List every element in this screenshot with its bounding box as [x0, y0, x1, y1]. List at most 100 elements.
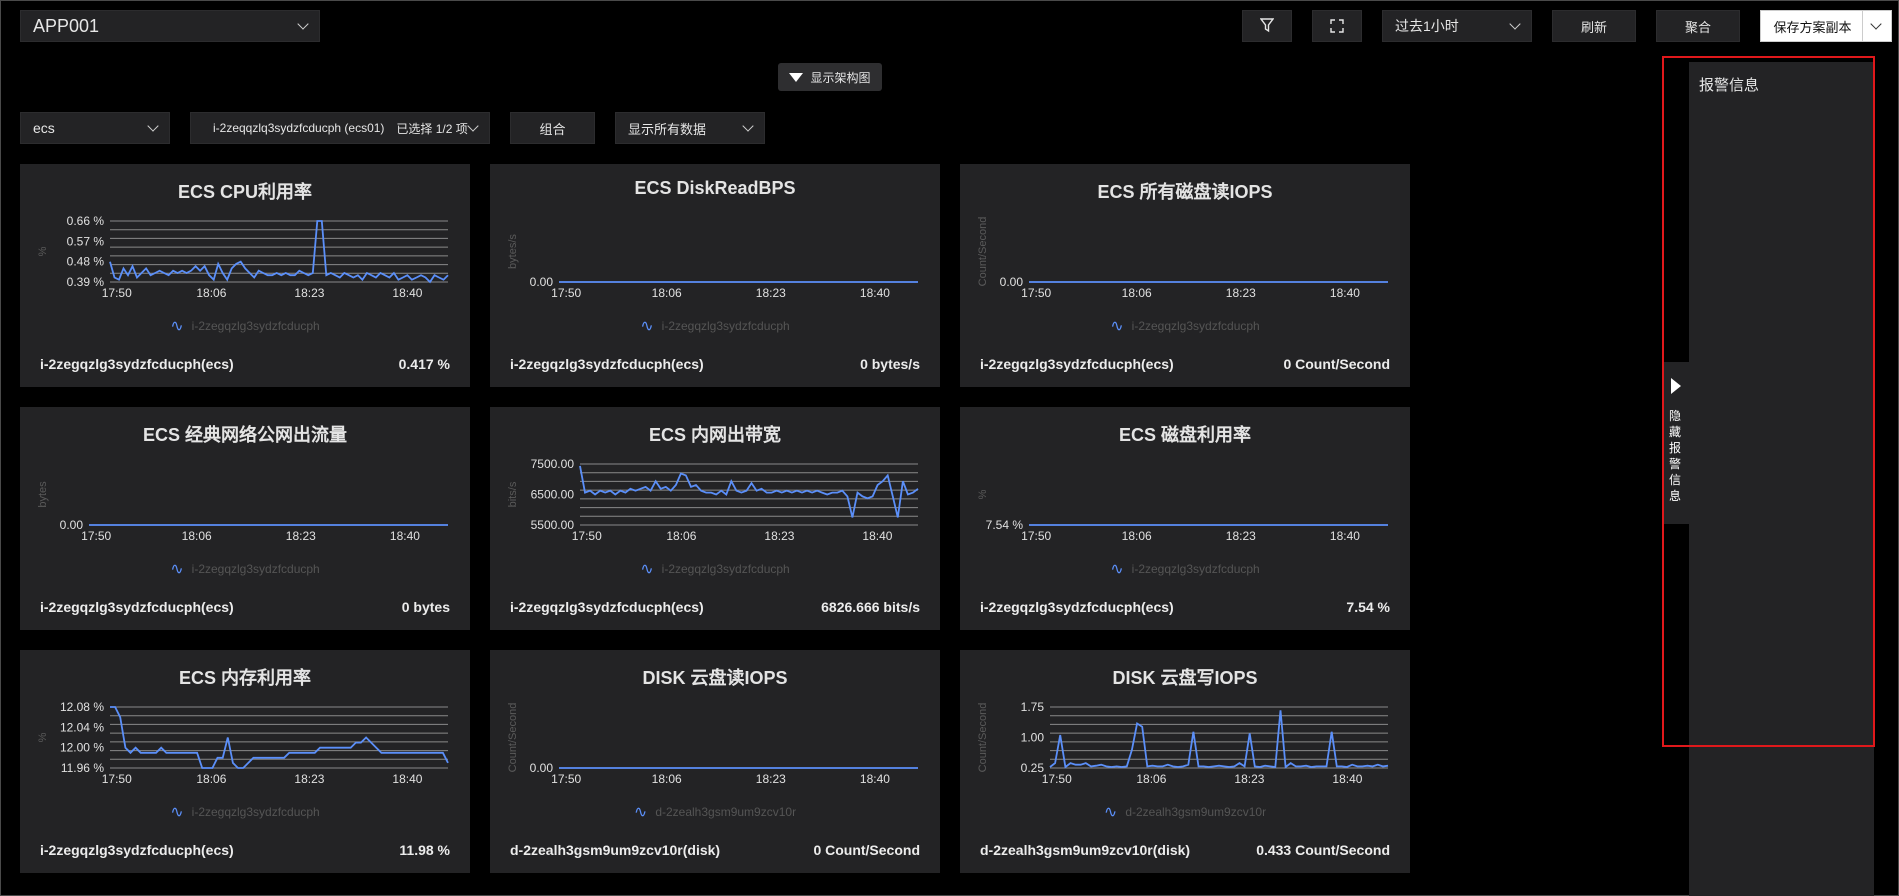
aggregate-button[interactable]: 聚合 — [1656, 10, 1740, 42]
x-tick-label: 18:23 — [1234, 772, 1264, 786]
refresh-button[interactable]: 刷新 — [1552, 10, 1636, 42]
card-footer: i-2zegqzlg3sydzfcducph(ecs) 0 bytes — [40, 599, 450, 615]
instance-name: i-2zegqzlg3sydzfcducph(ecs) — [40, 599, 234, 615]
x-tick-label: 18:23 — [286, 529, 316, 543]
line-chart[interactable]: % 12.08 % 12.04 % 12.00 % 11.96 %17:50 18:06 1… — [20, 650, 470, 800]
chevron-down-icon — [1509, 18, 1521, 30]
y-tick-label: 12.04 % — [60, 720, 104, 734]
x-tick-label: 18:06 — [666, 529, 696, 543]
y-axis-label: bits/s — [507, 481, 519, 507]
legend-label: i-2zegqzlg3sydzfcducph — [1131, 562, 1260, 576]
show-architecture-button[interactable]: 显示架构图 — [778, 63, 882, 91]
metric-card: ECS 内网出带宽 ∿ i-2zegqzlg3sydzfcducph i-2zegqz… — [490, 407, 940, 630]
instance-name: d-2zealh3gsm9um9zcv10r(disk) — [510, 842, 721, 858]
time-range-value: 过去1小时 — [1395, 18, 1459, 34]
time-range-select[interactable]: 过去1小时 — [1382, 10, 1532, 42]
x-tick-label: 17:50 — [102, 286, 132, 300]
y-tick-label: 7500.00 — [531, 457, 575, 471]
chart-legend[interactable]: ∿ d-2zealh3gsm9um9zcv10r — [490, 802, 940, 822]
card-footer: d-2zealh3gsm9um9zcv10r(disk) 0 Count/Seco… — [510, 842, 920, 858]
chevron-down-icon — [742, 120, 754, 132]
x-tick-label: 18:06 — [196, 286, 226, 300]
y-tick-label: 12.00 % — [60, 741, 104, 755]
line-chart[interactable]: Count/Second 1.751.000.2517:50 18:06 18:23 1… — [960, 650, 1410, 800]
y-tick-label: 0.39 % — [67, 275, 105, 289]
x-tick-label: 18:40 — [1332, 772, 1362, 786]
line-chart[interactable]: bytes 0.0017:50 18:06 18:23 18:40 — [20, 407, 470, 557]
app-select[interactable]: APP001 — [20, 10, 320, 42]
legend-label: i-2zegqzlg3sydzfcducph — [1131, 319, 1260, 333]
save-dropdown-button[interactable] — [1862, 10, 1892, 42]
fullscreen-button[interactable] — [1312, 10, 1362, 42]
x-tick-label: 18:06 — [1122, 529, 1152, 543]
instance-name: i-2zegqzlg3sydzfcducph(ecs) — [40, 842, 234, 858]
x-tick-label: 18:06 — [182, 529, 212, 543]
metric-card: ECS 经典网络公网出流量 ∿ i-2zegqzlg3sydzfcducph i-2z… — [20, 407, 470, 630]
save-copy-label: 保存方案副本 — [1773, 19, 1852, 35]
metric-card: ECS 所有磁盘读IOPS ∿ i-2zegqzlg3sydzfcducph i-2z… — [960, 164, 1410, 387]
metric-card: ECS 磁盘利用率 ∿ i-2zegqzlg3sydzfcducph i-2zegqz… — [960, 407, 1410, 630]
y-tick-label: 0.00 — [530, 761, 554, 775]
chevron-down-icon — [147, 120, 159, 132]
resource-type-select[interactable]: ecs — [20, 112, 170, 144]
x-tick-label: 18:06 — [196, 772, 226, 786]
chart-legend[interactable]: ∿ i-2zegqzlg3sydzfcducph — [490, 316, 940, 336]
combine-button[interactable]: 组合 — [510, 112, 595, 144]
series-wave-icon: ∿ — [170, 804, 184, 821]
y-tick-label: 0.48 % — [67, 255, 105, 269]
x-tick-label: 18:23 — [764, 529, 794, 543]
x-tick-label: 17:50 — [1021, 286, 1051, 300]
series-wave-icon: ∿ — [170, 561, 184, 578]
y-tick-label: 0.57 % — [67, 234, 105, 248]
metric-card: ECS CPU利用率 ∿ i-2zegqzlg3sydzfcducph i-2zegq… — [20, 164, 470, 387]
y-tick-label: 0.66 % — [67, 214, 105, 228]
card-footer: i-2zegqzlg3sydzfcducph(ecs) 0 Count/Secon… — [980, 356, 1390, 372]
x-tick-label: 18:40 — [860, 772, 890, 786]
line-chart[interactable]: bytes/s 0.0017:50 18:06 18:23 18:40 — [490, 164, 940, 314]
legend-label: i-2zegqzlg3sydzfcducph — [191, 319, 320, 333]
instance-value: i-2zeqqzlq3sydzfcducph (ecs01) — [213, 121, 385, 135]
x-tick-label: 17:50 — [551, 286, 581, 300]
triangle-down-icon — [789, 72, 804, 82]
current-value: 0.433 Count/Second — [1256, 842, 1390, 858]
instance-name: i-2zegqzlg3sydzfcducph(ecs) — [510, 356, 704, 372]
line-chart[interactable]: bits/s 7500.00 6500.00 5500.0017:50 18:06 18:… — [490, 407, 940, 557]
y-axis-label: bytes — [37, 481, 49, 508]
legend-label: d-2zealh3gsm9um9zcv10r — [655, 805, 797, 819]
line-chart[interactable]: Count/Second 0.0017:50 18:06 18:23 18:40 — [490, 650, 940, 800]
series-wave-icon: ∿ — [1110, 561, 1124, 578]
app-select-value: APP001 — [33, 15, 100, 36]
data-scope-select[interactable]: 显示所有数据 — [615, 112, 765, 144]
y-tick-label: 0.00 — [1000, 275, 1024, 289]
line-chart[interactable]: % 0.66 % 0.57 % 0.48 % 0.39 %17:50 18:06 18:23… — [20, 164, 470, 314]
instance-name: i-2zegqzlg3sydzfcducph(ecs) — [510, 599, 704, 615]
line-chart[interactable]: Count/Second 0.0017:50 18:06 18:23 18:40 — [960, 164, 1410, 314]
series-line — [1049, 710, 1389, 769]
series-wave-icon: ∿ — [640, 561, 654, 578]
legend-label: i-2zegqzlg3sydzfcducph — [191, 805, 320, 819]
x-tick-label: 17:50 — [551, 772, 581, 786]
fullscreen-icon — [1330, 19, 1344, 33]
chart-legend[interactable]: ∿ i-2zegqzlg3sydzfcducph — [960, 316, 1410, 336]
save-copy-button[interactable]: 保存方案副本 — [1760, 10, 1864, 42]
instance-select[interactable]: i-2zeqqzlq3sydzfcducph (ecs01) 已选择 1/2 项 — [190, 112, 490, 144]
x-tick-label: 17:50 — [1042, 772, 1072, 786]
instance-name: d-2zealh3gsm9um9zcv10r(disk) — [980, 842, 1191, 858]
filter-button[interactable] — [1242, 10, 1292, 42]
chart-legend[interactable]: ∿ i-2zegqzlg3sydzfcducph — [20, 802, 470, 822]
chart-legend[interactable]: ∿ i-2zegqzlg3sydzfcducph — [20, 559, 470, 579]
y-axis-label: % — [37, 732, 49, 742]
chart-legend[interactable]: ∿ d-2zealh3gsm9um9zcv10r — [960, 802, 1410, 822]
x-tick-label: 18:23 — [756, 772, 786, 786]
x-tick-label: 18:40 — [390, 529, 420, 543]
y-tick-label: 5500.00 — [531, 518, 575, 532]
chart-legend[interactable]: ∿ i-2zegqzlg3sydzfcducph — [960, 559, 1410, 579]
x-tick-label: 18:23 — [756, 286, 786, 300]
legend-label: i-2zegqzlg3sydzfcducph — [191, 562, 320, 576]
current-value: 0 Count/Second — [813, 842, 920, 858]
chart-legend[interactable]: ∿ i-2zegqzlg3sydzfcducph — [20, 316, 470, 336]
x-tick-label: 17:50 — [572, 529, 602, 543]
line-chart[interactable]: % 7.54 %17:50 18:06 18:23 18:40 — [960, 407, 1410, 557]
metric-card: DISK 云盘写IOPS ∿ d-2zealh3gsm9um9zcv10r d-2ze… — [960, 650, 1410, 873]
chart-legend[interactable]: ∿ i-2zegqzlg3sydzfcducph — [490, 559, 940, 579]
